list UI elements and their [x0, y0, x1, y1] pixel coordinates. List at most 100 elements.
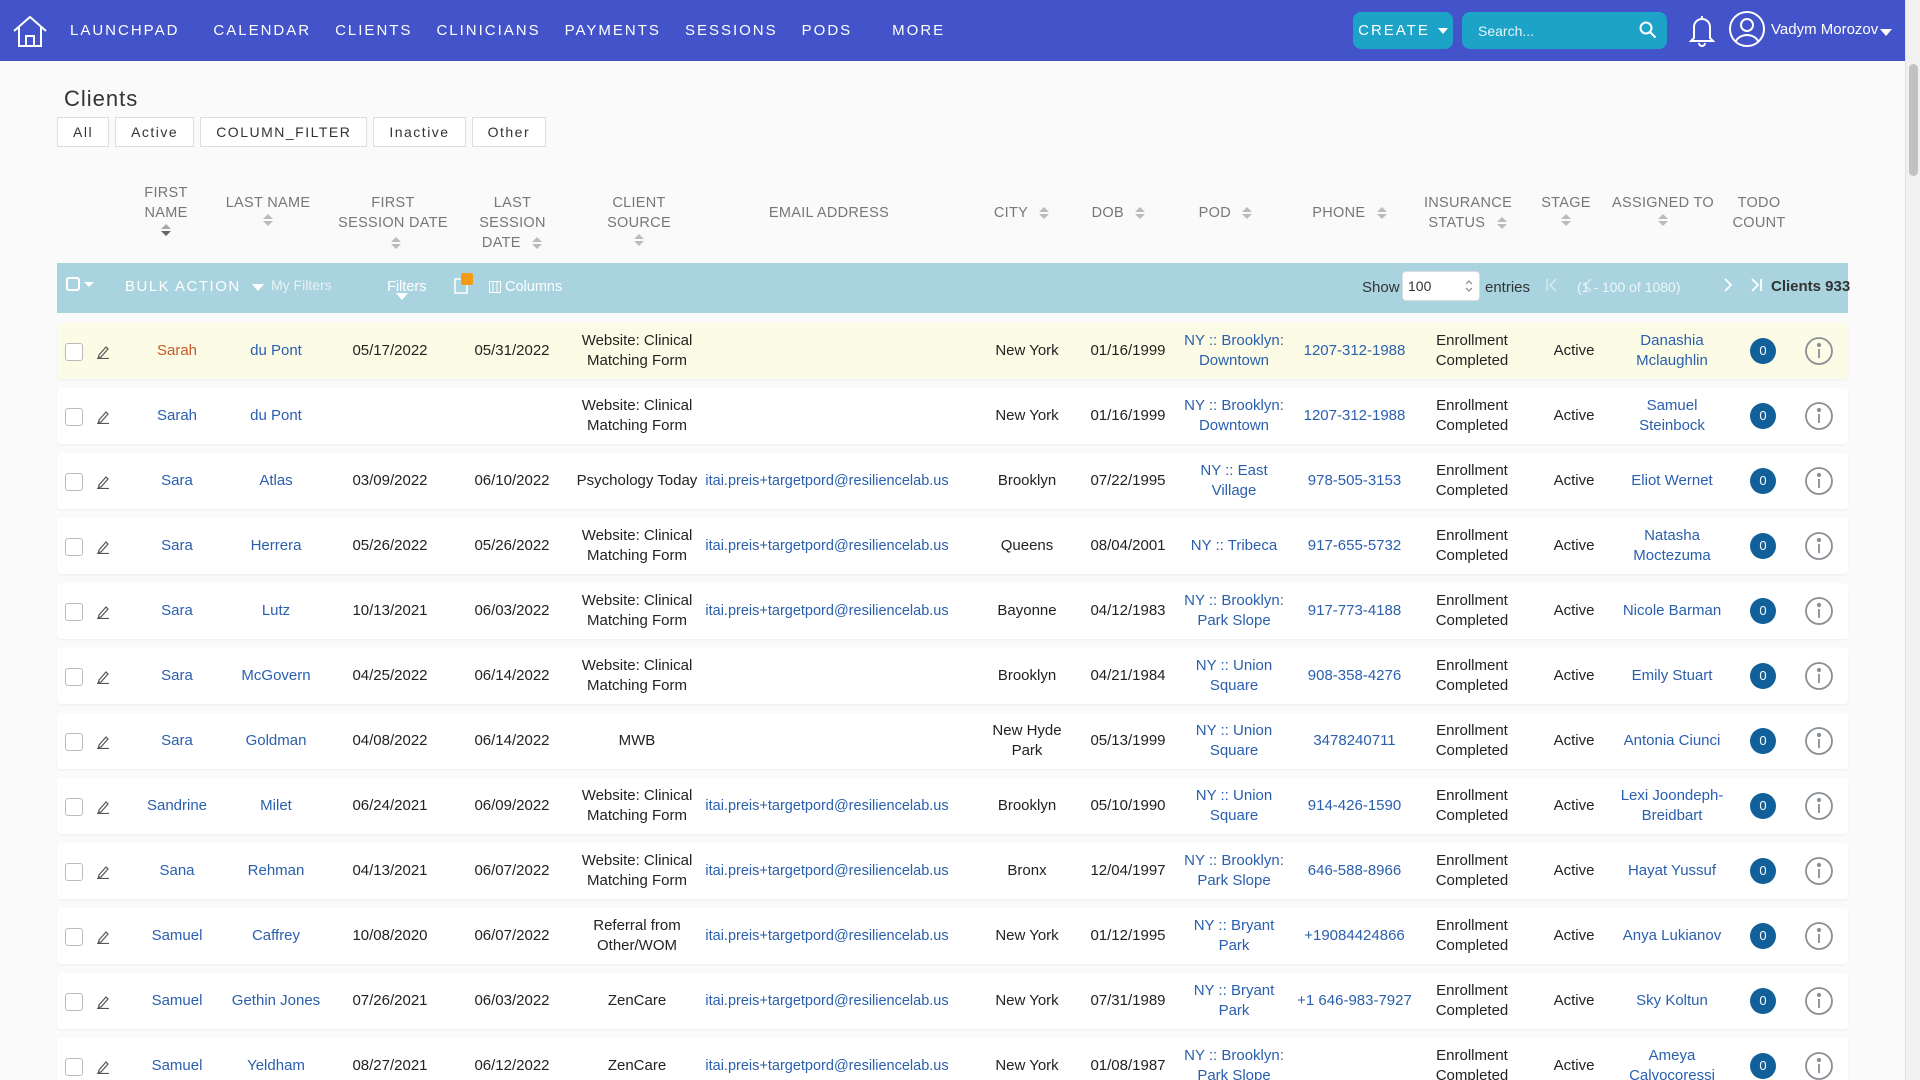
row-checkbox[interactable] [65, 993, 83, 1011]
row-checkbox[interactable] [65, 733, 83, 751]
scrollbar-thumb[interactable] [1909, 64, 1918, 176]
row-checkbox[interactable] [65, 473, 83, 491]
cell-email-address[interactable] [707, 323, 947, 379]
header-last-name[interactable]: LAST NAME [222, 193, 314, 233]
filter-active-icon[interactable] [453, 271, 475, 301]
row-checkbox[interactable] [65, 928, 83, 946]
table-row[interactable]: Sara Goldman 04/08/2022 06/14/2022 MWB New Hy… [57, 713, 1848, 769]
table-row[interactable]: Sarah du Pont 05/17/2022 05/31/2022 Website:… [57, 323, 1848, 379]
nav-payments[interactable]: PAYMENTS [565, 22, 661, 39]
cell-email-address[interactable]: itai.preis+targetpord@resiliencelab.us [705, 778, 948, 834]
cell-last-name[interactable]: Rehman [222, 843, 330, 899]
todo-count-badge[interactable]: 0 [1750, 923, 1776, 949]
cell-assigned-to[interactable]: Anya Lukianov [1617, 908, 1727, 964]
bell-icon[interactable] [1686, 12, 1718, 52]
pencil-icon[interactable] [96, 538, 110, 558]
cell-email-address[interactable] [707, 388, 947, 444]
filter-tab-active[interactable]: Active [115, 117, 195, 147]
cell-email-address[interactable]: itai.preis+targetpord@resiliencelab.us [705, 1038, 948, 1080]
last-page-icon[interactable] [1749, 276, 1763, 298]
cell-last-name[interactable]: Yeldham [222, 1038, 330, 1080]
cell-last-name[interactable]: Caffrey [222, 908, 330, 964]
info-icon[interactable] [1799, 583, 1839, 639]
nav-clinicians[interactable]: CLINICIANS [436, 22, 540, 39]
cell-pod[interactable]: NY :: Brooklyn: Downtown [1177, 388, 1291, 444]
cell-pod[interactable]: NY :: Union Square [1177, 713, 1291, 769]
table-row[interactable]: Sara Lutz 10/13/2021 06/03/2022 Website: Cli… [57, 583, 1848, 639]
cell-assigned-to[interactable]: Samuel Steinbock [1617, 388, 1727, 444]
cell-email-address[interactable]: itai.preis+targetpord@resiliencelab.us [705, 518, 948, 574]
pencil-icon[interactable] [96, 928, 110, 948]
pencil-icon[interactable] [96, 993, 110, 1013]
cell-phone[interactable]: 978-505-3153 [1297, 453, 1412, 509]
cell-phone[interactable]: 3478240711 [1297, 713, 1412, 769]
cell-pod[interactable]: NY :: Brooklyn: Park Slope [1177, 843, 1291, 899]
cell-pod[interactable]: NY :: East Village [1177, 453, 1291, 509]
nav-sessions[interactable]: SESSIONS [685, 22, 778, 39]
filters-button[interactable]: Filters [387, 279, 426, 295]
user-caret-icon[interactable] [1880, 29, 1892, 36]
scrollbar[interactable] [1905, 0, 1920, 1080]
cell-first-name[interactable]: Sara [127, 648, 227, 704]
cell-phone[interactable]: 917-655-5732 [1297, 518, 1412, 574]
search-icon[interactable] [1639, 21, 1657, 43]
filter-tab-column-filter[interactable]: COLUMN_FILTER [200, 117, 368, 147]
search-input[interactable] [1478, 22, 1628, 39]
cell-pod[interactable]: NY :: Bryant Park [1177, 973, 1291, 1029]
create-button[interactable]: CREATE [1353, 12, 1453, 49]
todo-count-badge[interactable]: 0 [1750, 468, 1776, 494]
todo-count-badge[interactable]: 0 [1750, 403, 1776, 429]
pencil-icon[interactable] [96, 1058, 110, 1078]
info-icon[interactable] [1799, 518, 1839, 574]
nav-more[interactable]: MORE [892, 22, 945, 39]
table-row[interactable]: Samuel Yeldham 08/27/2021 06/12/2022 ZenCare… [57, 1038, 1848, 1080]
bulk-action-dropdown[interactable]: BULK ACTION [125, 278, 265, 295]
select-all-checkbox[interactable] [66, 275, 96, 299]
cell-email-address[interactable]: itai.preis+targetpord@resiliencelab.us [705, 973, 948, 1029]
cell-first-name[interactable]: Sara [127, 518, 227, 574]
pencil-icon[interactable] [96, 473, 110, 493]
table-row[interactable]: Sara McGovern 04/25/2022 06/14/2022 Website:… [57, 648, 1848, 704]
header-todo-count[interactable]: TODO COUNT [1726, 193, 1792, 233]
todo-count-badge[interactable]: 0 [1750, 793, 1776, 819]
todo-count-badge[interactable]: 0 [1750, 728, 1776, 754]
row-checkbox[interactable] [65, 668, 83, 686]
info-icon[interactable] [1799, 973, 1839, 1029]
nav-launchpad[interactable]: LAUNCHPAD [70, 22, 179, 39]
columns-button[interactable]: Columns [489, 279, 562, 295]
cell-pod[interactable]: NY :: Union Square [1177, 648, 1291, 704]
info-icon[interactable] [1799, 1038, 1839, 1080]
entries-select[interactable]: 100 [1402, 271, 1480, 301]
header-stage[interactable]: STAGE [1535, 193, 1597, 233]
header-dob[interactable]: DOB [1075, 203, 1163, 223]
cell-phone[interactable]: 917-773-4188 [1297, 583, 1412, 639]
row-checkbox[interactable] [65, 1058, 83, 1076]
header-first-session-date[interactable]: FIRST SESSION DATE [338, 193, 448, 253]
todo-count-badge[interactable]: 0 [1750, 663, 1776, 689]
info-icon[interactable] [1799, 713, 1839, 769]
filter-tab-other[interactable]: Other [471, 117, 547, 147]
cell-last-name[interactable]: du Pont [222, 388, 330, 444]
table-row[interactable]: Samuel Caffrey 10/08/2020 06/07/2022 Referra… [57, 908, 1848, 964]
cell-assigned-to[interactable]: Natasha Moctezuma [1617, 518, 1727, 574]
cell-last-name[interactable]: Milet [222, 778, 330, 834]
cell-first-name[interactable]: Samuel [127, 973, 227, 1029]
cell-email-address[interactable]: itai.preis+targetpord@resiliencelab.us [705, 908, 948, 964]
cell-assigned-to[interactable]: Sky Koltun [1617, 973, 1727, 1029]
user-name[interactable]: Vadym Morozov [1771, 21, 1878, 38]
cell-first-name[interactable]: Samuel [127, 908, 227, 964]
pencil-icon[interactable] [96, 733, 110, 753]
cell-pod[interactable]: NY :: Union Square [1177, 778, 1291, 834]
cell-assigned-to[interactable]: Antonia Ciunci [1617, 713, 1727, 769]
cell-phone[interactable]: +1 646-983-7927 [1297, 973, 1412, 1029]
cell-phone[interactable]: 908-358-4276 [1297, 648, 1412, 704]
info-icon[interactable] [1799, 908, 1839, 964]
cell-first-name[interactable]: Sarah [127, 323, 227, 379]
nav-calendar[interactable]: CALENDAR [213, 22, 311, 39]
todo-count-badge[interactable]: 0 [1750, 338, 1776, 364]
cell-assigned-to[interactable]: Lexi Joondeph-Breidbart [1617, 778, 1727, 834]
cell-last-name[interactable]: Lutz [222, 583, 330, 639]
table-row[interactable]: Sara Atlas 03/09/2022 06/10/2022 Psychology … [57, 453, 1848, 509]
todo-count-badge[interactable]: 0 [1750, 533, 1776, 559]
table-row[interactable]: Samuel Gethin Jones 07/26/2021 06/03/2022 Ze… [57, 973, 1848, 1029]
